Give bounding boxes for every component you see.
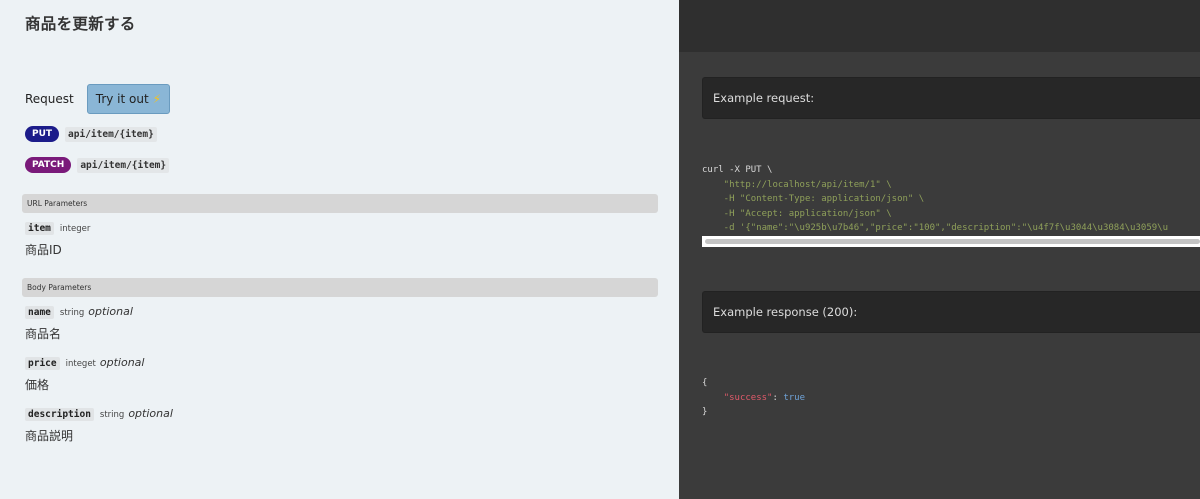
json-colon: : bbox=[772, 392, 784, 403]
code-line: "http://localhost/api/item/1" \ bbox=[702, 179, 892, 190]
bolt-icon: ⚡ bbox=[152, 92, 162, 106]
param-type: string bbox=[99, 410, 125, 420]
param-name: item bbox=[25, 222, 54, 235]
example-request-header: Example request: bbox=[702, 77, 1200, 119]
method-badge-put: PUT bbox=[25, 126, 60, 142]
open-brace: { bbox=[702, 378, 708, 388]
param-type: integet bbox=[65, 359, 96, 369]
param-description: 商品説明 bbox=[25, 429, 74, 443]
param-optional: optional bbox=[99, 356, 145, 369]
json-key: "success" bbox=[723, 392, 773, 403]
example-response-header: Example response (200): bbox=[702, 291, 1200, 333]
scrollbar-thumb[interactable] bbox=[705, 239, 1200, 244]
request-label: Request bbox=[25, 92, 74, 106]
param-description-field: description string optional 商品説明 bbox=[25, 407, 173, 444]
code-line: -H "Content-Type: application/json" \ bbox=[702, 194, 925, 204]
param-type: integer bbox=[59, 224, 91, 234]
try-it-out-button[interactable]: Try it out ⚡ bbox=[86, 84, 171, 114]
example-response-code[interactable]: { "success": true } bbox=[702, 376, 805, 420]
param-name: description bbox=[25, 408, 94, 421]
code-line: -H "Accept: application/json" \ bbox=[702, 208, 892, 219]
param-optional: optional bbox=[88, 305, 133, 318]
docs-pane: 商品を更新する Request Try it out ⚡ PUT api/ite… bbox=[0, 0, 679, 499]
request-row: Request Try it out ⚡ bbox=[25, 84, 171, 114]
code-line: -d '{"name":"\u925b\u7b46","price":"100"… bbox=[702, 223, 1168, 233]
endpoint-url-put: api/item/{item} bbox=[65, 126, 157, 142]
param-price-field: price integet optional 価格 bbox=[25, 356, 144, 393]
param-optional: optional bbox=[128, 407, 173, 420]
method-badge-patch: PATCH bbox=[25, 157, 72, 173]
endpoint-url-patch: api/item/{item} bbox=[77, 157, 170, 173]
param-item: item integer 商品ID bbox=[25, 222, 94, 258]
url-parameters-header: URL Parameters bbox=[22, 194, 658, 213]
param-type: string bbox=[59, 308, 85, 318]
param-name: price bbox=[25, 357, 60, 370]
endpoint-patch: PATCH api/item/{item} bbox=[25, 157, 170, 173]
param-name: name bbox=[25, 306, 54, 319]
close-brace: } bbox=[702, 407, 708, 417]
code-line: curl -X PUT \ bbox=[702, 165, 773, 175]
param-description: 商品ID bbox=[25, 243, 62, 257]
body-parameters-header: Body Parameters bbox=[22, 278, 658, 297]
example-request-code[interactable]: curl -X PUT \ "http://localhost/api/item… bbox=[702, 163, 1168, 236]
try-it-out-label: Try it out bbox=[95, 92, 149, 106]
endpoint-put: PUT api/item/{item} bbox=[25, 126, 157, 142]
json-value: true bbox=[783, 392, 805, 403]
param-name-field: name string optional 商品名 bbox=[25, 305, 133, 342]
param-description: 商品名 bbox=[25, 327, 62, 341]
param-description: 価格 bbox=[25, 378, 50, 392]
page-title: 商品を更新する bbox=[25, 15, 136, 33]
horizontal-scrollbar[interactable] bbox=[702, 236, 1200, 247]
examples-pane bbox=[679, 0, 1200, 499]
examples-top-bar bbox=[679, 0, 1200, 52]
